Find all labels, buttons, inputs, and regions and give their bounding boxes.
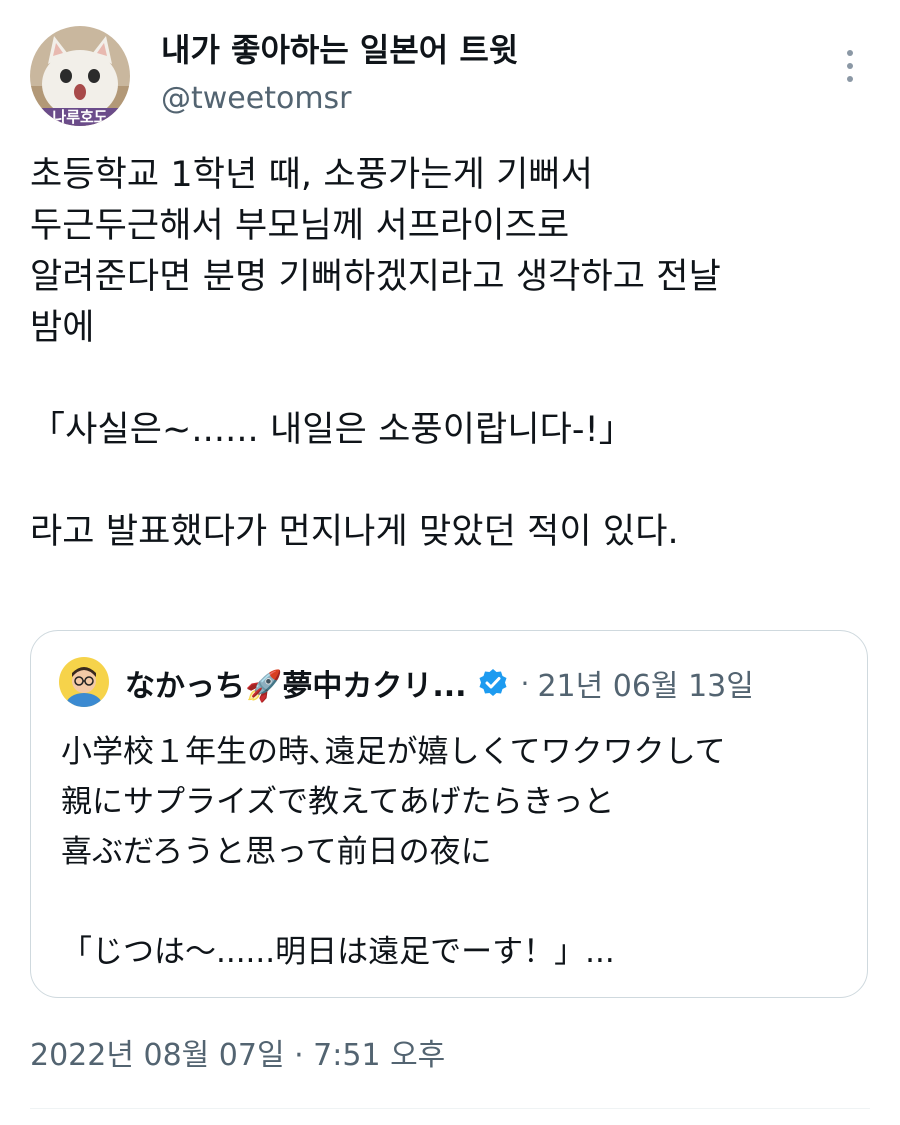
quoted-author-name[interactable]: なかっち🚀夢中カクリ... <box>125 661 467 705</box>
white-cat-avatar-icon: 나루호도 <box>30 26 130 126</box>
header-separator: · <box>520 666 530 700</box>
quoted-tweet-card[interactable]: なかっち🚀夢中カクリ... · 21년 06월 13일 小学校１年生の時､遠足が… <box>30 630 868 998</box>
author-avatar[interactable]: 나루호도 <box>30 26 130 126</box>
verified-badge-icon <box>477 667 509 699</box>
vertical-ellipsis-icon <box>847 50 853 56</box>
avatar-overlay-text: 나루호도 <box>52 108 107 126</box>
person-with-glasses-avatar-icon <box>59 657 109 707</box>
author-handle[interactable]: @tweetomsr <box>161 80 352 118</box>
quoted-author-avatar[interactable] <box>59 657 109 707</box>
vertical-ellipsis-icon <box>847 76 853 82</box>
more-options-button[interactable] <box>834 44 866 88</box>
quoted-tweet-header: なかっち🚀夢中カクリ... · 21년 06월 13일 <box>125 661 754 705</box>
tweet-timestamp[interactable]: 2022년 08월 07일 · 7:51 오후 <box>30 1036 445 1076</box>
vertical-ellipsis-icon <box>847 63 853 69</box>
quoted-tweet-date[interactable]: 21년 06월 13일 <box>537 661 753 705</box>
author-display-name[interactable]: 내가 좋아하는 일본어 트윗 <box>161 30 518 70</box>
divider <box>30 1108 870 1109</box>
tweet-text: 초등학교 1학년 때, 소풍가는게 기뻐서 두근두근해서 부모님께 서프라이즈로… <box>30 155 721 552</box>
quoted-tweet-text: 小学校１年生の時､遠足が嬉しくてワクワクして 親にサプライズで教えてあげたらきっ… <box>61 734 726 970</box>
